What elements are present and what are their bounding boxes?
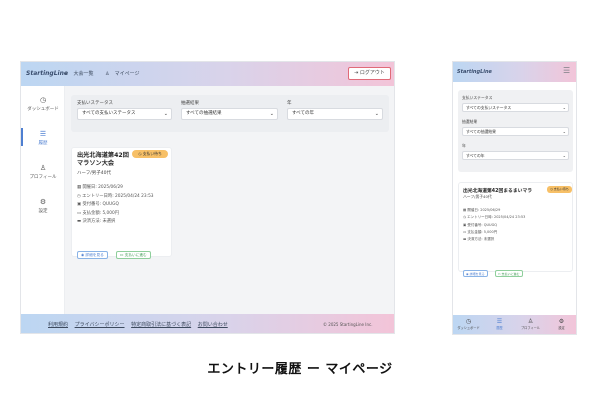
bottom-nav-dashboard[interactable]: ◷ ダッシュボード [453,318,484,330]
page-caption: エントリー履歴 ー マイページ [207,362,393,377]
detail-receipt-number: ▣ 受付番号: QUUGQ [77,202,119,207]
entry-category: ハーフ/男子40代 [463,194,492,199]
desktop-footer: 利用規約 プライバシーポリシー 特定商取引法に基づく表記 お問い合わせ © 20… [21,314,394,333]
bottom-nav-profile[interactable]: ♙ プロフィール [515,318,546,330]
view-details-button[interactable]: ◉ 詳細を見る [463,270,488,277]
filter-label-payment: 支払いステータス [462,95,493,100]
chevron-down-icon: ⌄ [562,153,566,158]
user-icon: ♙ [105,71,110,77]
chevron-down-icon: ⌄ [374,111,379,117]
filter-panel: 支払いステータス すべての支払いステータス ⌄ 抽選結果 すべての抽選結果 ⌄ 年 … [71,95,389,132]
desktop-header: StartingLine ♕ 大会一覧 ♙ マイページ ⇥ ログアウト [21,62,394,86]
desktop-screenshot: StartingLine ♕ 大会一覧 ♙ マイページ ⇥ ログアウト ◷ ダッシュ… [20,61,395,334]
detail-date: ▦ 開催日: 2025/06/29 [463,208,501,212]
chevron-down-icon: ⌄ [269,111,274,117]
bottom-nav-settings[interactable]: ⚙ 設定 [546,318,576,330]
footer-link-contact[interactable]: お問い合わせ [198,322,228,328]
bottom-nav-history[interactable]: ☰ 履歴 [484,318,515,330]
footer-links: 利用規約 プライバシーポリシー 特定商取引法に基づく表記 お問い合わせ [48,321,233,328]
hamburger-menu-icon[interactable]: ☰ [563,66,570,75]
detail-date: ▦ 開催日: 2025/06/29 [77,185,123,190]
footer-link-privacy[interactable]: プライバシーポリシー [75,322,125,328]
header-nav: ♕ 大会一覧 ♙ マイページ [64,70,149,77]
profile-icon: ♙ [527,318,534,325]
entry-title: 出光北海道第42回まるまいマラ [463,189,533,194]
detail-payment-method: ▬ 決済方法: 未選択 [77,219,116,224]
filter-panel: 支払いステータス すべての支払いステータス ⌄ 抽選結果 すべての抽選結果 ⌄ 年 … [458,90,573,172]
year-select[interactable]: すべての年 ⌄ [287,108,383,120]
filter-label-lottery: 抽選結果 [181,101,199,106]
entry-title: 出光北海道第42回 マラソン大会 [77,152,129,167]
list-icon: ☰ [496,318,503,325]
detail-entry-time: ◷ エントリー日時: 2025/04/24 23:53 [77,193,154,199]
chevron-down-icon: ⌄ [562,105,566,110]
gear-icon: ⚙ [558,318,565,325]
dashboard-icon: ◷ [39,96,47,104]
detail-payment-method: ▬ 決済方法: 未選択 [463,237,495,242]
entry-details: ▦ 開催日: 2025/06/29 ◷ エントリー日時: 2025/04/24 … [77,184,154,227]
entry-card: 出光北海道第42回まるまいマラ ◷ 支払い待ち ハーフ/男子40代 ▦ 開催日:… [458,182,573,277]
nav-link-events[interactable]: ♕ 大会一覧 [64,71,99,77]
mobile-header: StartingLine ☰ [453,62,576,82]
sidebar-item-settings[interactable]: ⚙ 設定 [21,198,65,214]
card-actions: ◉ 詳細を見る ▭ 支払いに進む [77,241,154,260]
bottom-nav: ◷ ダッシュボード ☰ 履歴 ♙ プロフィール ⚙ 設定 [453,315,576,334]
profile-icon: ♙ [39,164,47,172]
lottery-result-select[interactable]: すべての抽選結果 ⌄ [181,108,278,120]
sidebar-item-profile[interactable]: ♙ プロフィール [21,164,65,180]
gear-icon: ⚙ [39,198,47,206]
filter-label-payment: 支払いステータス [77,101,113,106]
footer-link-commerce-law[interactable]: 特定商取引法に基づく表記 [131,322,191,328]
sidebar: ◷ ダッシュボード ☰ 履歴 ♙ プロフィール ⚙ 設定 [21,86,65,314]
filter-label-year: 年 [287,101,292,106]
logout-button[interactable]: ⇥ ログアウト [348,67,391,80]
mobile-screenshot: StartingLine ☰ 支払いステータス すべての支払いステータス ⌄ 抽選… [452,61,577,335]
lottery-result-select[interactable]: すべての抽選結果 ⌄ [462,127,569,136]
detail-amount: ▭ 支払金額: 5,000円 [77,210,120,216]
entry-category: ハーフ/男子40代 [77,171,111,176]
dashboard-icon: ◷ [465,318,472,325]
copyright: © 2025 StartingLine Inc. [323,322,373,327]
detail-amount: ▭ 支払金額: 5,000円 [463,229,498,234]
trophy-icon: ♕ [64,71,69,77]
status-badge: ◷ 支払い待ち [132,150,168,158]
list-icon: ☰ [39,130,47,138]
sidebar-item-dashboard[interactable]: ◷ ダッシュボード [21,96,65,112]
filter-label-lottery: 抽選結果 [462,119,478,124]
detail-entry-time: ◷ エントリー日時: 2025/04/24 23:53 [463,215,526,220]
brand-logo[interactable]: StartingLine [457,69,492,75]
brand-logo[interactable]: StartingLine [26,70,68,77]
entry-card: 出光北海道第42回 マラソン大会 ◷ 支払い待ち ハーフ/男子40代 ▦ 開催日… [71,147,172,260]
nav-link-mypage[interactable]: ♙ マイページ [105,71,144,77]
view-details-button[interactable]: ◉ 詳細を見る [77,251,108,259]
filter-label-year: 年 [462,143,466,148]
proceed-payment-button[interactable]: ▭ 支払いに進む [494,270,523,277]
payment-status-select[interactable]: すべての支払いステータス ⌄ [462,103,569,112]
entry-details: ▦ 開催日: 2025/06/29 ◷ エントリー日時: 2025/04/24 … [463,207,525,243]
detail-receipt-number: ▣ 受付番号: QUUGQ [463,222,498,227]
sidebar-item-history[interactable]: ☰ 履歴 [21,130,65,146]
card-actions: ◉ 詳細を見る ▭ 支払いに進む [463,260,525,279]
footer-link-terms[interactable]: 利用規約 [48,322,68,328]
year-select[interactable]: すべての年 ⌄ [462,151,569,160]
payment-status-select[interactable]: すべての支払いステータス ⌄ [77,108,172,120]
proceed-payment-button[interactable]: ▭ 支払いに進む [115,251,151,259]
chevron-down-icon: ⌄ [562,129,566,134]
status-badge: ◷ 支払い待ち [547,186,572,193]
chevron-down-icon: ⌄ [163,111,168,117]
